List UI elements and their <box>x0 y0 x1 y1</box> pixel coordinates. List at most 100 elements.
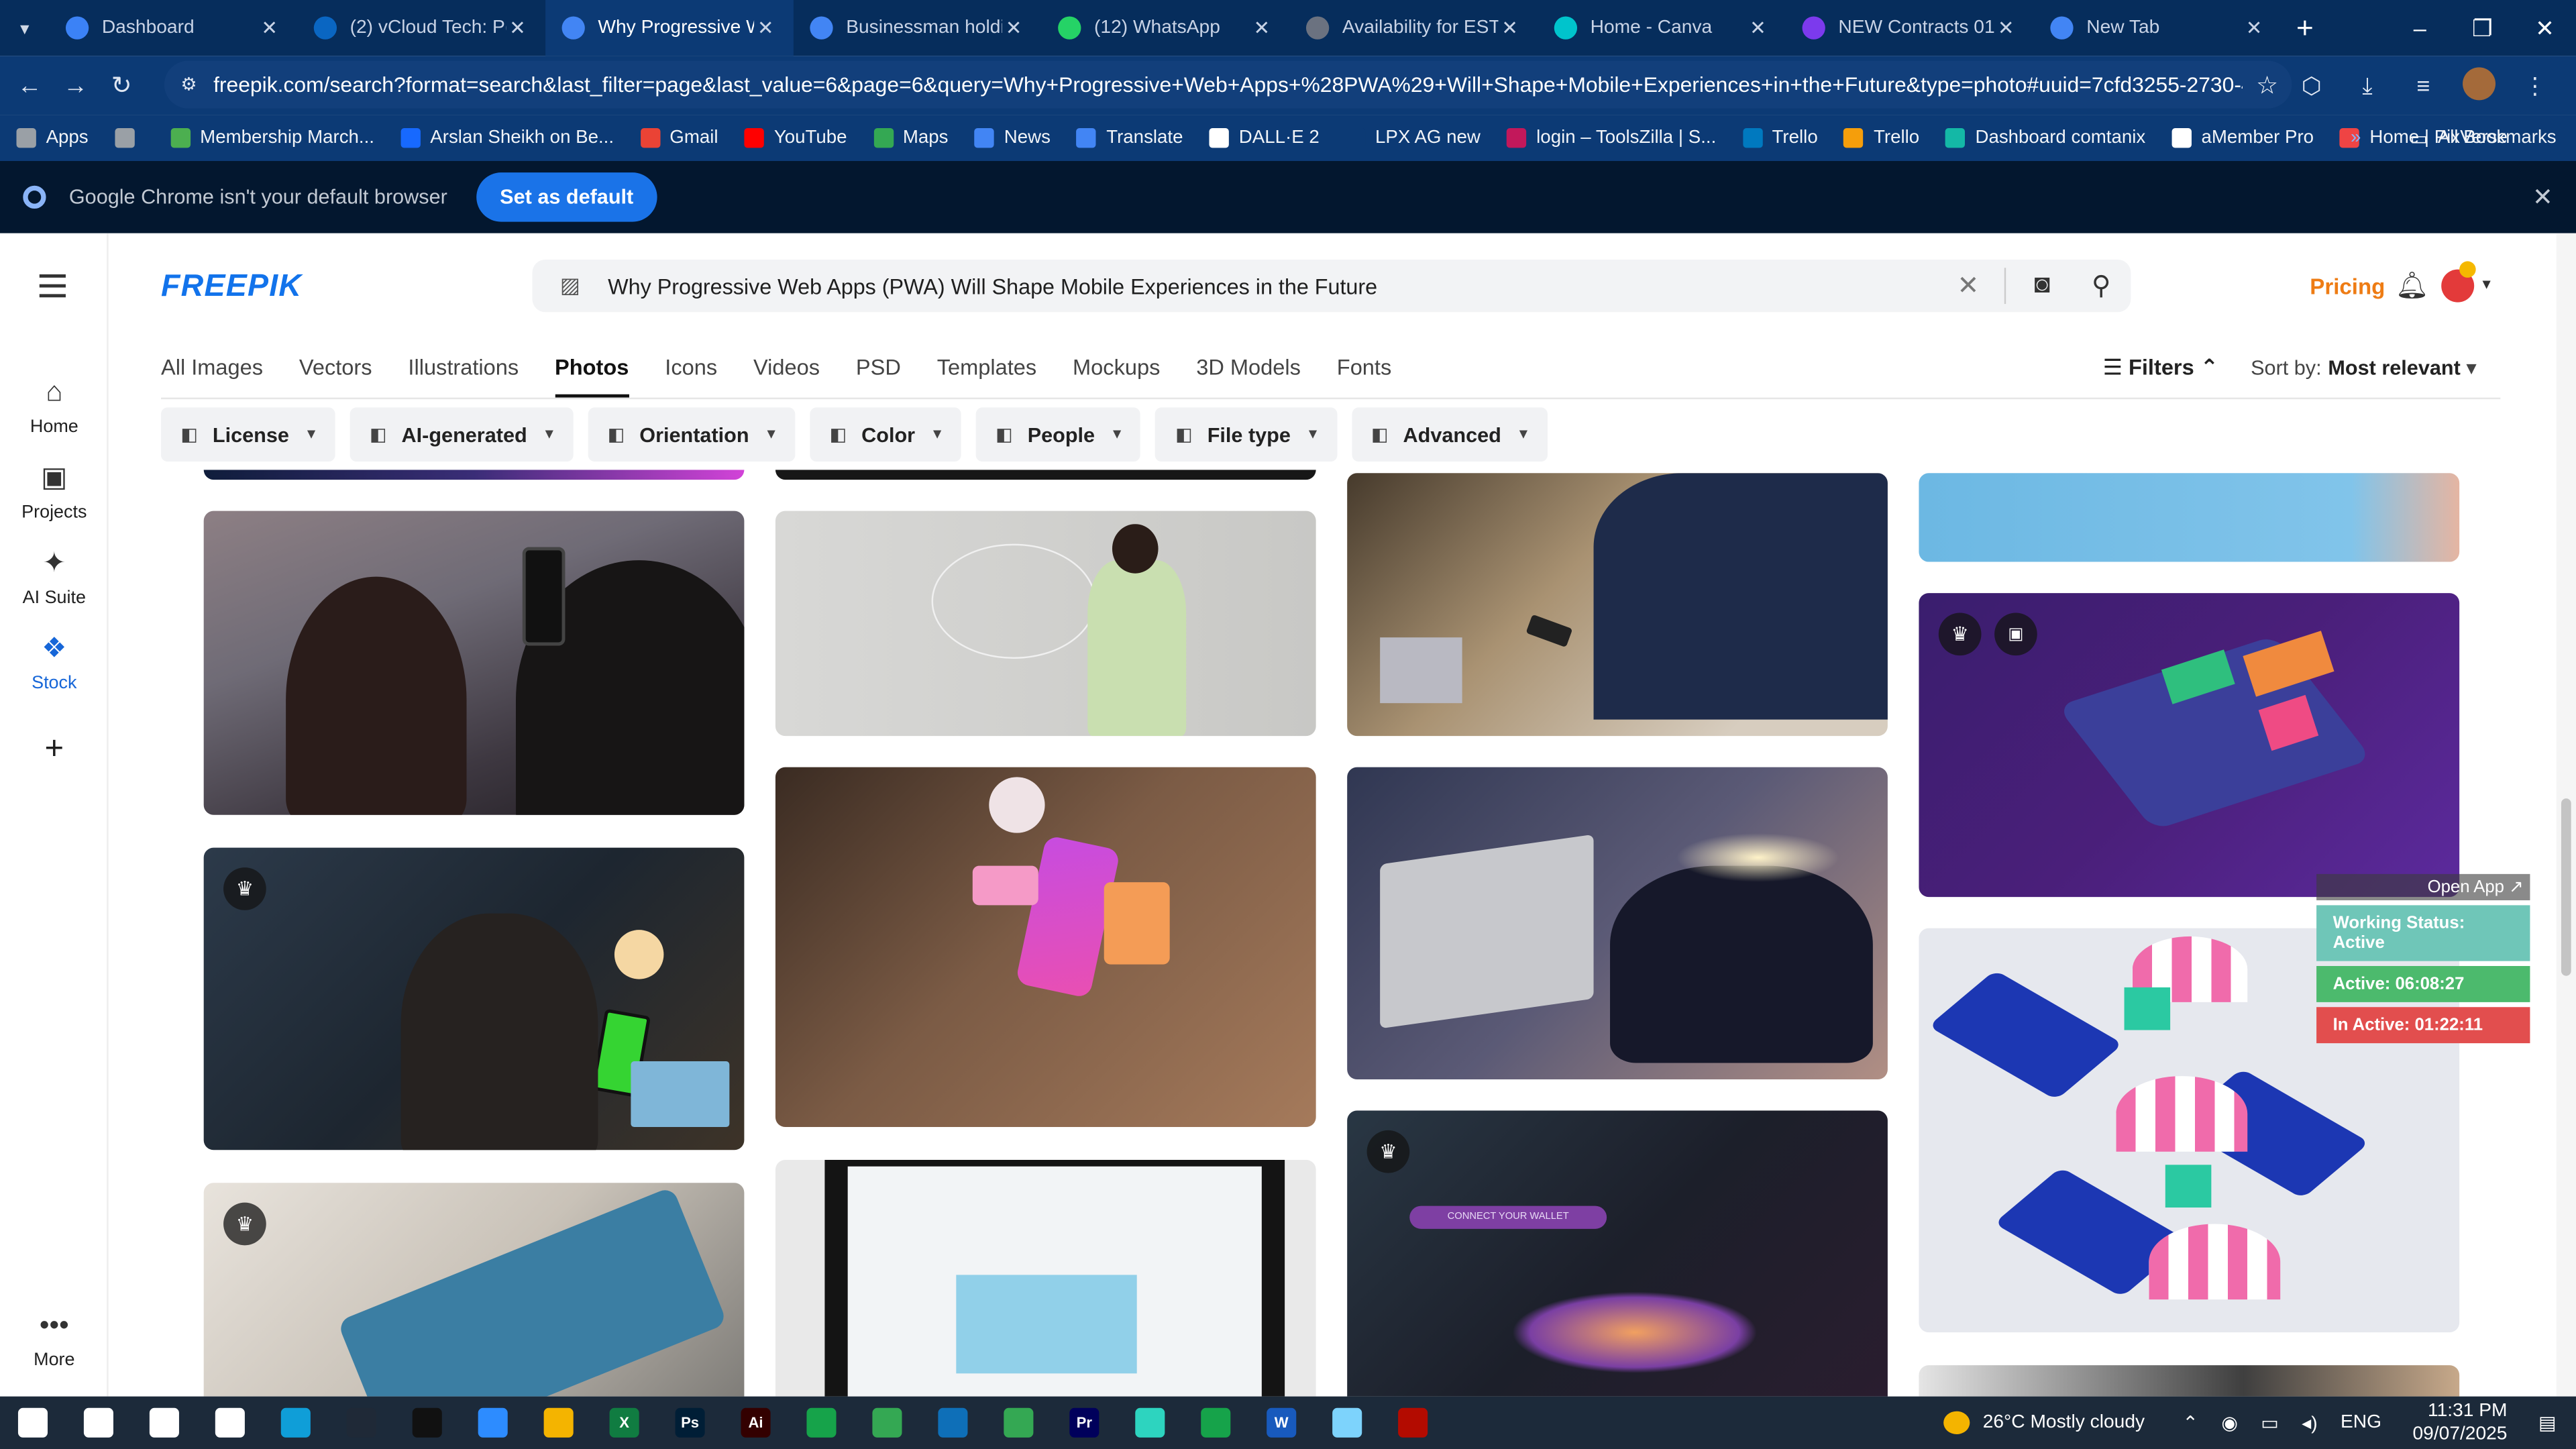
tray-chevron-icon[interactable]: ⌃ <box>2182 1411 2198 1434</box>
filter-chip[interactable]: ◧ Advanced ▾ <box>1351 407 1548 462</box>
bookmark-item[interactable]: Dashboard comtanix <box>1945 128 2145 148</box>
nav-stock[interactable]: ❖ Stock <box>0 633 109 694</box>
filter-chip[interactable]: ◧ License ▾ <box>161 407 335 462</box>
category-tab[interactable]: 3D Models <box>1196 355 1301 398</box>
bookmarks-overflow-chevron-icon[interactable]: » <box>2351 128 2361 148</box>
tab-close-icon[interactable]: ✕ <box>1746 16 1769 39</box>
tab-close-icon[interactable]: ✕ <box>1994 16 2017 39</box>
bookmark-item[interactable]: Membership March... <box>170 128 374 148</box>
word-icon[interactable]: W <box>1248 1397 1314 1449</box>
premiere-icon[interactable]: Pr <box>1051 1397 1117 1449</box>
download-icon[interactable]: ⤓ <box>2339 72 2395 100</box>
address-bar[interactable]: ⚙ freepik.com/search?format=search&last_… <box>164 60 2292 109</box>
search-bar[interactable]: ▨ Why Progressive Web Apps (PWA) Will Sh… <box>532 259 2131 313</box>
hamburger-menu-icon[interactable] <box>39 274 66 298</box>
filters-toggle[interactable]: ☰ Filters ⌃ <box>2103 355 2218 381</box>
bookmark-item[interactable]: login – ToolsZilla | S... <box>1507 128 1716 148</box>
sort-dropdown[interactable]: Sort by: Most relevant ▾ <box>2251 355 2477 379</box>
category-tab[interactable]: Illustrations <box>408 355 519 398</box>
tab-close-icon[interactable]: ✕ <box>754 16 777 39</box>
bookmark-item[interactable] <box>114 128 144 148</box>
infobar-close-icon[interactable]: ✕ <box>2532 182 2553 212</box>
new-tab-button[interactable]: + <box>2282 11 2328 45</box>
acrobat-icon[interactable] <box>1380 1397 1446 1449</box>
volume-icon[interactable]: ◂) <box>2302 1411 2318 1434</box>
cortana-icon[interactable] <box>131 1397 197 1449</box>
category-tab[interactable]: Videos <box>753 355 820 398</box>
restore-button[interactable]: ❐ <box>2451 0 2514 56</box>
all-bookmarks-link[interactable]: All Bookmarks <box>2438 128 2557 148</box>
category-tab[interactable]: Mockups <box>1073 355 1160 398</box>
category-tab[interactable]: Fonts <box>1337 355 1391 398</box>
filter-chip[interactable]: ◧ People ▾ <box>975 407 1141 462</box>
filter-chip[interactable]: ◧ Color ▾ <box>810 407 961 462</box>
bookmark-item[interactable]: Gmail <box>640 128 718 148</box>
phone-laptop-candles-photo[interactable] <box>1347 767 1888 1079</box>
back-arrow-icon[interactable]: ← <box>7 72 53 100</box>
category-tab[interactable]: PSD <box>856 355 901 398</box>
zoom-icon[interactable] <box>460 1397 526 1449</box>
chevron-down-icon[interactable]: ▾ <box>2482 276 2490 294</box>
bookmark-item[interactable]: DALL·E 2 <box>1209 128 1320 148</box>
category-tab[interactable]: Photos <box>555 355 629 398</box>
bookmark-item[interactable]: LPX AG new <box>1345 128 1481 148</box>
category-tab[interactable]: Icons <box>665 355 717 398</box>
search-icon[interactable]: ⚲ <box>2072 270 2131 303</box>
nav-home[interactable]: ⌂ Home <box>0 376 109 437</box>
bookmark-item[interactable]: Apps <box>16 128 89 148</box>
minimize-button[interactable]: – <box>2389 0 2451 56</box>
green-app-icon[interactable] <box>789 1397 855 1449</box>
browser-tab[interactable]: Home - Canva ✕ <box>1538 0 1786 56</box>
browser-tab[interactable]: (12) WhatsApp ✕ <box>1042 0 1290 56</box>
bookmark-item[interactable]: Translate <box>1077 128 1183 148</box>
connect-wallet-phone-photo[interactable]: CONNECT YOUR WALLET ♛ <box>1347 1110 1888 1397</box>
tab-close-icon[interactable]: ✕ <box>1250 16 1273 39</box>
image-type-icon[interactable]: ▨ <box>532 273 608 299</box>
vscode-icon[interactable] <box>920 1397 985 1449</box>
task-view-icon[interactable] <box>197 1397 263 1449</box>
nav-add[interactable]: + <box>0 731 109 769</box>
tablet-hands-dashboard-photo[interactable]: ♛ <box>203 1183 745 1397</box>
category-tab[interactable]: All Images <box>161 355 263 398</box>
tab-search-chevron-icon[interactable]: ▾ <box>0 0 49 56</box>
edge-icon[interactable] <box>263 1397 329 1449</box>
set-as-default-button[interactable]: Set as default <box>476 172 657 222</box>
tab-close-icon[interactable]: ✕ <box>506 16 529 39</box>
pricing-link[interactable]: Pricing <box>2310 274 2385 299</box>
search-icon[interactable] <box>66 1397 131 1449</box>
notepad-icon[interactable] <box>1314 1397 1380 1449</box>
forward-arrow-icon[interactable]: → <box>52 72 99 100</box>
pen-icon[interactable] <box>329 1397 394 1449</box>
scrollbar-thumb[interactable] <box>2561 798 2571 976</box>
browser-tab[interactable]: Why Progressive Web✕ <box>545 0 794 56</box>
site-info-icon[interactable]: ⚙ <box>180 74 197 95</box>
close-window-button[interactable]: ✕ <box>2514 0 2576 56</box>
woman-phone-icons-photo[interactable] <box>775 511 1316 737</box>
isometric-phone-apps-photo[interactable]: ♛ ▣ <box>1919 593 2460 898</box>
ui-ux-phone-hand-photo[interactable] <box>775 767 1316 1128</box>
tab-close-icon[interactable]: ✕ <box>258 16 280 39</box>
bookmark-item[interactable]: Trello <box>1742 128 1818 148</box>
category-tab[interactable]: Templates <box>937 355 1036 398</box>
photoshop-icon[interactable]: Ps <box>657 1397 723 1449</box>
reload-icon[interactable]: ↻ <box>99 70 145 101</box>
weather-widget[interactable]: 26°C Mostly cloudy <box>1943 1411 2145 1434</box>
language-indicator[interactable]: ENG <box>2341 1413 2381 1432</box>
diamond-app-icon[interactable] <box>1117 1397 1183 1449</box>
tab-close-icon[interactable]: ✕ <box>1498 16 1521 39</box>
nav-projects[interactable]: ▣ Projects <box>0 462 109 523</box>
browser-tab[interactable]: NEW Contracts 01.pd✕ <box>1786 0 2034 56</box>
browser-tab[interactable]: New Tab ✕ <box>2034 0 2282 56</box>
chrome-active-icon[interactable] <box>985 1397 1051 1449</box>
search-input[interactable]: Why Progressive Web Apps (PWA) Will Shap… <box>608 274 1939 299</box>
filter-chip[interactable]: ◧ AI-generated ▾ <box>350 407 574 462</box>
filter-chip[interactable]: ◧ File type ▾ <box>1155 407 1337 462</box>
all-bookmarks-folder-icon[interactable]: ▭ <box>2410 127 2428 148</box>
url-text[interactable]: freepik.com/search?format=search&last_fi… <box>213 72 2243 97</box>
tab-close-icon[interactable]: ✕ <box>1002 16 1025 39</box>
clear-search-icon[interactable]: ✕ <box>1939 270 1998 303</box>
open-app-link[interactable]: Open App ↗ <box>2316 873 2530 901</box>
bookmark-item[interactable]: YouTube <box>744 128 847 148</box>
media-control-icon[interactable]: ≡ <box>2396 72 2451 99</box>
tablet-ink-splash-photo[interactable] <box>775 1159 1316 1397</box>
